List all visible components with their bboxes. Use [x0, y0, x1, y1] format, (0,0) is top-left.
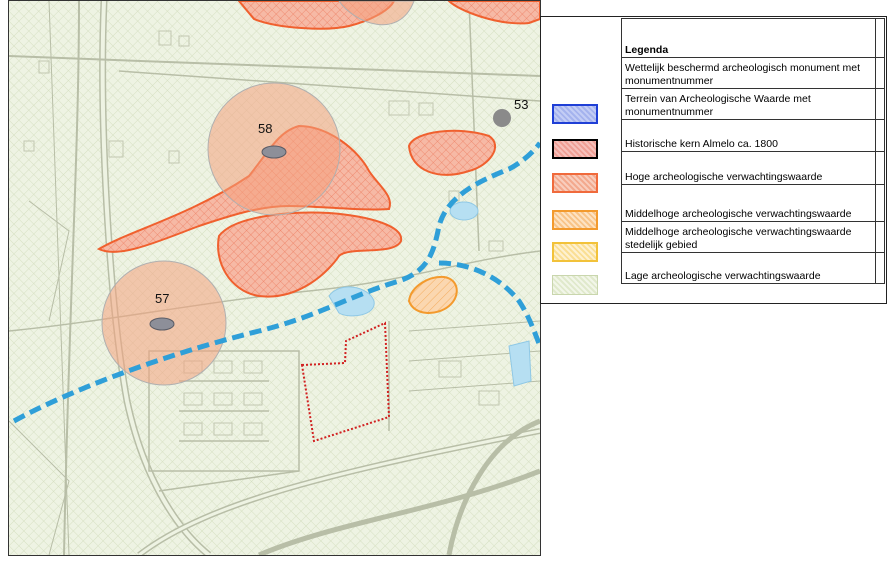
monument-marker-58[interactable]: [261, 145, 287, 159]
monument-marker-57[interactable]: [149, 317, 175, 331]
monument-label: 57: [155, 291, 169, 306]
swatch-orange: [552, 210, 598, 230]
swatch-green-light: [552, 275, 598, 295]
legend-item-label: Wettelijk beschermd archeologisch monume…: [621, 57, 876, 89]
swatch-yellow: [552, 242, 598, 262]
legend-item-label: Middelhoge archeologische verwachtingswa…: [621, 184, 876, 222]
legend-item-label: Historische kern Almelo ca. 1800: [621, 119, 876, 152]
swatch-red-black: [552, 139, 598, 159]
swatch-orange-red: [552, 173, 598, 193]
legend-item-label: Hoge archeologische verwachtingswaarde: [621, 151, 876, 185]
legend-item-label: Terrein van Archeologische Waarde met mo…: [621, 88, 876, 120]
map-legend: Legenda Wettelijk beschermd archeologisc…: [540, 16, 887, 304]
legend-item-label: Lage archeologische verwachtingswaarde: [621, 252, 876, 284]
map-canvas: 53 58 57: [9, 1, 540, 555]
legend-table: Legenda Wettelijk beschermd archeologisc…: [621, 18, 885, 284]
legend-item-label: Middelhoge archeologische verwachtingswa…: [621, 221, 876, 253]
swatch-blue-hatch: [552, 104, 598, 124]
monument-marker-53[interactable]: [493, 109, 511, 127]
monument-label: 58: [258, 121, 272, 136]
archaeology-map[interactable]: 53 58 57: [8, 0, 541, 556]
monument-label: 53: [514, 97, 528, 112]
legend-title: Legenda: [621, 18, 876, 58]
